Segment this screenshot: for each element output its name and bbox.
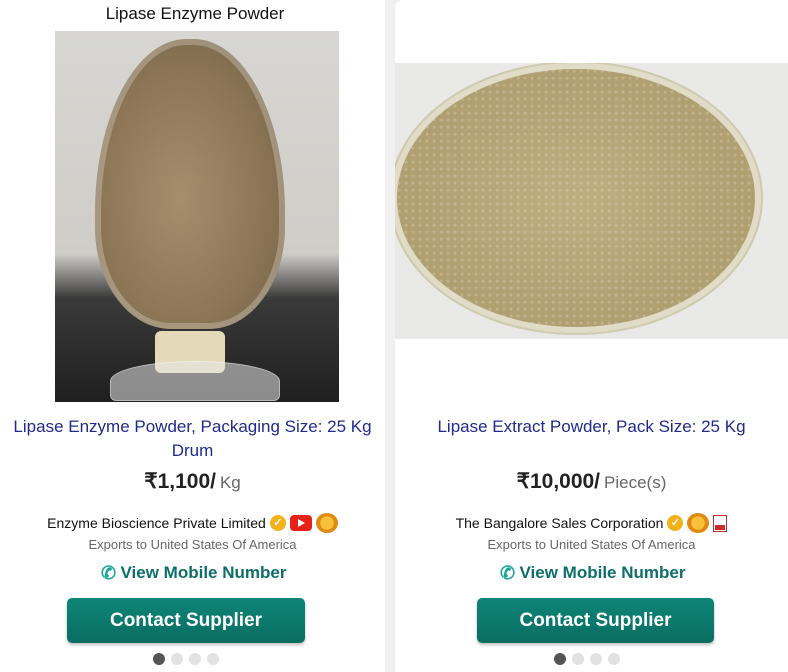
view-mobile-label: View Mobile Number [120, 563, 287, 582]
price: ₹10,000/Piece(s) [395, 469, 788, 494]
carousel-dot[interactable] [206, 653, 219, 665]
view-mobile-number-link[interactable]: ✆ View Mobile Number [0, 563, 385, 583]
exports-text: Exports to United States Of America [487, 537, 696, 552]
supplier-name[interactable]: The Bangalore Sales Corporation [456, 515, 664, 531]
product-image[interactable] [395, 63, 788, 339]
carousel-dot[interactable] [571, 653, 584, 665]
price: ₹1,100/Kg [0, 469, 385, 494]
pdf-icon[interactable] [713, 514, 728, 532]
bottle-base [110, 361, 280, 401]
product-carousel: Lipase Enzyme Powder Lipase Enzyme Powde… [0, 0, 788, 672]
product-title-link[interactable]: Lipase Extract Powder, Pack Size: 25 Kg [395, 415, 788, 439]
carousel-dot[interactable] [188, 653, 201, 665]
exports-text: Exports to United States Of America [88, 537, 297, 552]
supplier-row: The Bangalore Sales Corporation ✓ [395, 513, 788, 533]
carousel-dots [390, 653, 783, 665]
carousel-dot[interactable] [553, 653, 566, 665]
supplier-row: Enzyme Bioscience Private Limited ✓ [0, 513, 385, 533]
carousel-dots [0, 653, 378, 665]
powder-bottle [95, 39, 285, 329]
image-caption: Lipase Enzyme Powder [105, 4, 285, 23]
carousel-dot[interactable] [607, 653, 620, 665]
view-mobile-label: View Mobile Number [519, 563, 686, 582]
carousel-dot[interactable] [152, 653, 165, 665]
product-card-1: Lipase Enzyme Powder Lipase Enzyme Powde… [0, 0, 385, 672]
product-title-link[interactable]: Lipase Enzyme Powder, Packaging Size: 25… [0, 415, 385, 463]
phone-icon: ✆ [499, 563, 516, 583]
contact-supplier-button[interactable]: Contact Supplier [477, 598, 714, 643]
trust-seal-icon [315, 513, 338, 533]
carousel-dot[interactable] [170, 653, 183, 665]
product-card-2: Lipase Extract Powder, Pack Size: 25 Kg … [395, 0, 788, 672]
contact-supplier-button[interactable]: Contact Supplier [67, 598, 305, 643]
powder-dish [397, 69, 755, 327]
supplier-name[interactable]: Enzyme Bioscience Private Limited [47, 515, 266, 531]
price-unit: Piece(s) [604, 473, 667, 492]
carousel-dot[interactable] [589, 653, 602, 665]
price-unit: Kg [219, 473, 241, 492]
verified-badge-icon: ✓ [667, 515, 684, 531]
price-amount: ₹10,000/ [516, 470, 601, 493]
trust-seal-icon [687, 513, 710, 533]
view-mobile-number-link[interactable]: ✆ View Mobile Number [395, 563, 788, 583]
youtube-icon[interactable] [289, 515, 312, 531]
price-amount: ₹1,100/ [144, 470, 216, 493]
product-image[interactable] [55, 31, 339, 402]
phone-icon: ✆ [100, 563, 117, 583]
verified-badge-icon: ✓ [269, 515, 286, 531]
